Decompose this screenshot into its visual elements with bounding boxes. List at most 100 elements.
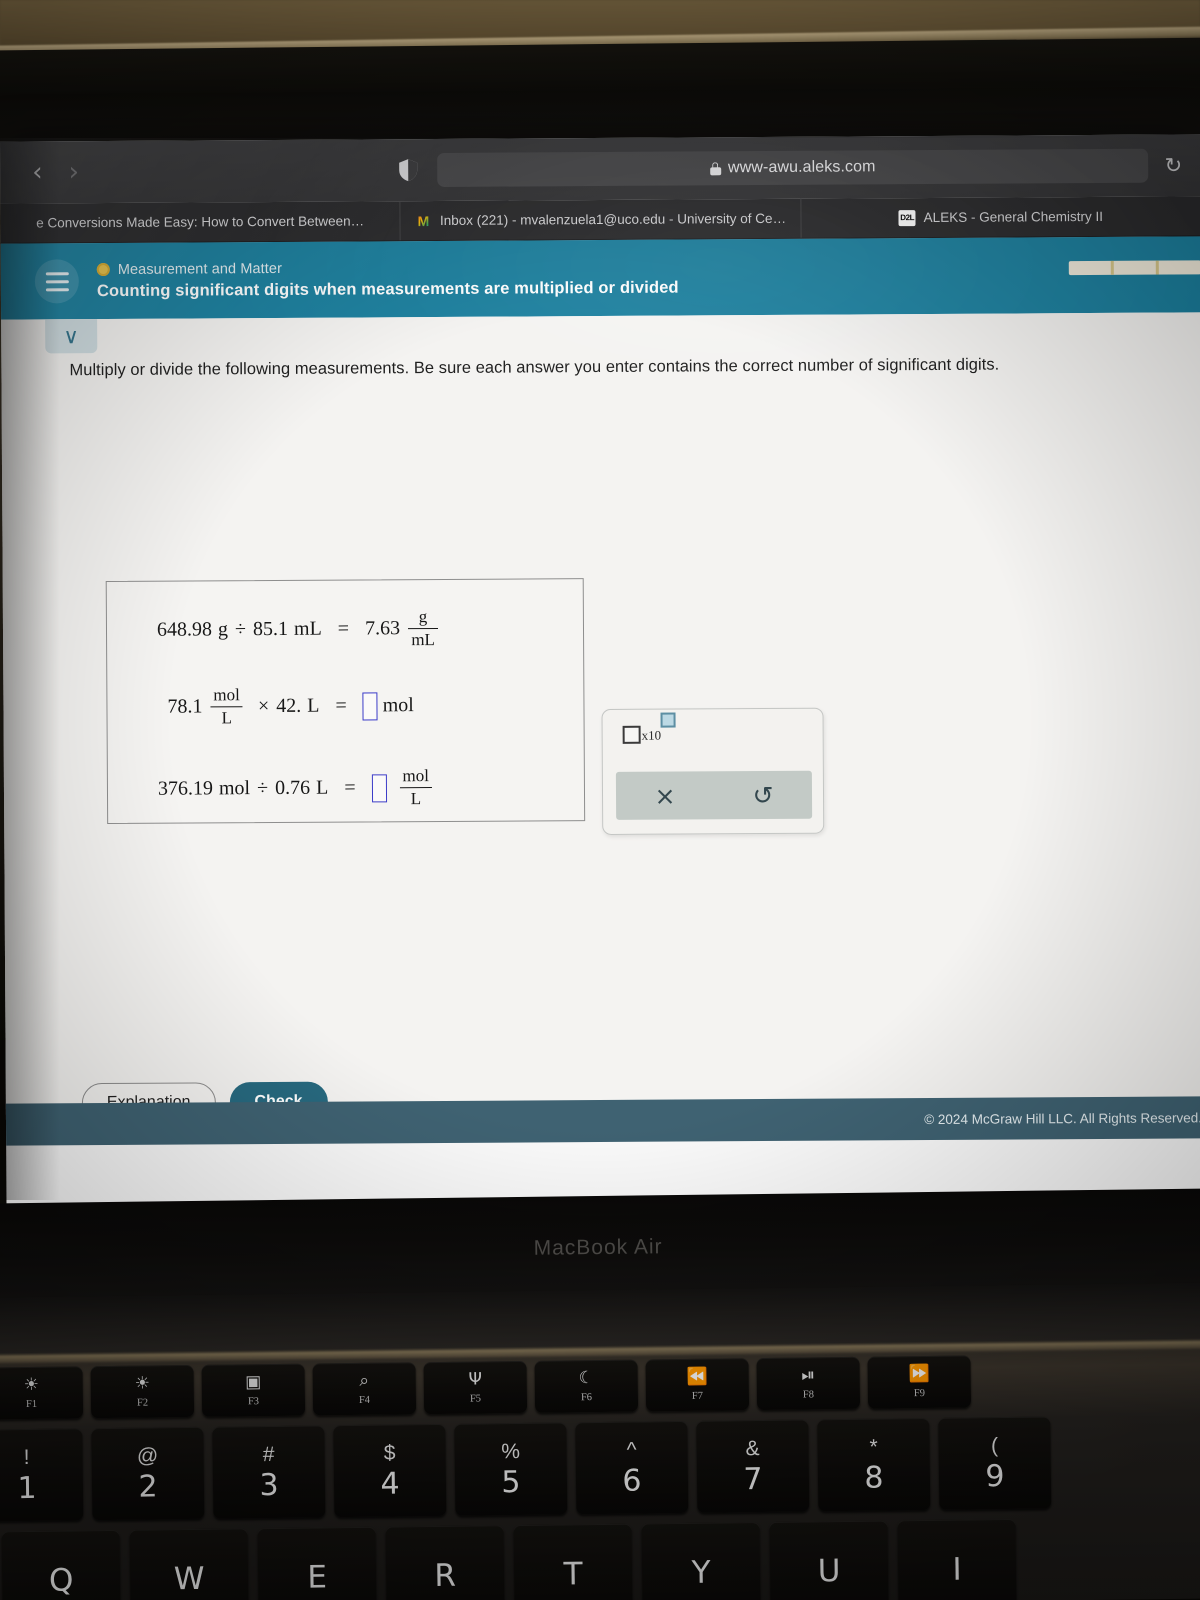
key-glyph: ☀	[134, 1372, 150, 1394]
key-f7[interactable]: ⏪ F7	[645, 1358, 750, 1412]
forward-button[interactable]: ›	[69, 157, 80, 187]
number-key-row: ! 1 @2 #3 $4% 5 ^ 6 & 7 * 8(9	[0, 1416, 1052, 1522]
key-y[interactable]: Y	[641, 1522, 761, 1600]
p2-answer-input[interactable]	[362, 691, 378, 721]
key-base-label: T	[563, 1556, 583, 1593]
key-base-label: 4	[380, 1465, 400, 1502]
key-6[interactable]: ^ 6	[575, 1420, 689, 1515]
back-button[interactable]: ‹	[32, 157, 43, 187]
key-glyph: ☾	[578, 1367, 594, 1388]
copyright-text: © 2024 McGraw Hill LLC. All Rights Reser…	[924, 1109, 1200, 1127]
p3-right-unit: L	[316, 776, 329, 799]
collapse-panel-button[interactable]: ∨	[45, 319, 98, 354]
p3-right-value: 0.76	[275, 776, 311, 800]
key-base-label: R	[434, 1557, 457, 1595]
p3-unit-denominator: L	[410, 789, 422, 809]
p2-left-unit: mol L	[210, 685, 243, 728]
key-1[interactable]: ! 1	[0, 1428, 84, 1522]
key-glyph: ⌕	[359, 1370, 370, 1391]
key-e[interactable]: E	[257, 1526, 377, 1600]
key-f1[interactable]: ☀ F1	[0, 1366, 84, 1420]
p3-answer-input[interactable]	[371, 773, 387, 803]
p2-unit-denominator: L	[221, 708, 233, 728]
key-base-label: 5	[501, 1464, 521, 1500]
macbook-model-label: MacBook Air	[533, 1235, 663, 1260]
photo-scene: ‹ › www-awu.aleks.com ↻ e Conversions Ma…	[0, 0, 1200, 1600]
key-8[interactable]: * 8	[817, 1417, 931, 1512]
p3-left-value: 376.19	[157, 777, 214, 800]
p2-equals: =	[335, 694, 347, 717]
problem-list: 648.98 g ÷ 85.1 mL = 7.63 g mL 78.1 mol …	[105, 578, 586, 825]
key-i[interactable]: I	[897, 1518, 1017, 1600]
tab-gmail-inbox[interactable]: M Inbox (221) - mvalenzuela1@uco.edu - U…	[400, 198, 802, 241]
p3-left-unit: mol	[218, 777, 251, 800]
key-f4[interactable]: ⌕ F4	[312, 1362, 417, 1416]
key-t[interactable]: T	[513, 1523, 633, 1600]
hamburger-icon[interactable]	[34, 259, 79, 304]
key-base-label: 2	[138, 1468, 158, 1505]
problem-1-row: 648.98 g ÷ 85.1 mL = 7.63 g mL	[157, 607, 446, 651]
key-shift-label: *	[869, 1435, 878, 1459]
key-base-label: Y	[691, 1554, 711, 1591]
clear-icon[interactable]: ×	[616, 781, 714, 811]
key-f2[interactable]: ☀ F2	[90, 1364, 195, 1419]
key-w[interactable]: W	[129, 1528, 249, 1600]
p1-answer-value[interactable]: 7.63	[365, 617, 400, 640]
key-f8[interactable]: ⏯ F8	[756, 1356, 861, 1411]
reload-icon[interactable]: ↻	[1164, 153, 1182, 177]
key-name: F4	[358, 1394, 371, 1406]
d2l-favicon-icon: D2L	[898, 209, 916, 226]
p3-operator: ÷	[257, 777, 269, 800]
key-shift-label: #	[262, 1442, 275, 1466]
lock-icon	[710, 161, 722, 175]
key-9[interactable]: (9	[938, 1416, 1052, 1510]
p1-left-unit: g	[217, 618, 229, 641]
key-base-label: W	[173, 1560, 205, 1598]
instruction-text: Multiply or divide the following measure…	[69, 355, 1000, 380]
p3-unit-numerator: mol	[402, 766, 430, 786]
key-name: F6	[580, 1391, 593, 1403]
tab-aleks[interactable]: D2L ALEKS - General Chemistry II	[801, 196, 1200, 237]
key-f9[interactable]: ⏩ F9	[867, 1355, 972, 1409]
key-f6[interactable]: ☾ F6	[534, 1359, 639, 1413]
mantissa-box-icon	[622, 725, 641, 744]
key-name: F2	[136, 1397, 149, 1409]
key-base-label: 1	[17, 1470, 37, 1506]
topic-row: Measurement and Matter	[96, 258, 679, 278]
address-bar[interactable]: www-awu.aleks.com	[436, 148, 1149, 187]
key-base-label: 7	[743, 1461, 763, 1497]
url-text: www-awu.aleks.com	[727, 158, 876, 177]
key-5[interactable]: % 5	[454, 1422, 568, 1516]
tab-conversions[interactable]: e Conversions Made Easy: How to Convert …	[0, 201, 401, 243]
p2-right-value: 42.	[276, 694, 302, 718]
key-u[interactable]: U	[769, 1520, 889, 1600]
key-shift-label: !	[23, 1445, 30, 1469]
safari-window: ‹ › www-awu.aleks.com ↻ e Conversions Ma…	[0, 134, 1200, 1204]
tab-label: Inbox (221) - mvalenzuela1@uco.edu - Uni…	[439, 210, 787, 228]
key-base-label: 6	[622, 1463, 642, 1499]
scientific-notation-button[interactable]: x10	[622, 712, 677, 744]
key-7[interactable]: & 7	[696, 1419, 810, 1513]
shield-icon[interactable]	[397, 158, 419, 182]
key-name: F9	[913, 1387, 926, 1399]
key-r[interactable]: R	[385, 1525, 505, 1600]
key-q[interactable]: Q	[1, 1529, 121, 1600]
aleks-header: Measurement and Matter Counting signific…	[0, 236, 1200, 320]
key-f5[interactable]: Ψ F5	[423, 1360, 528, 1415]
key-4[interactable]: $4	[333, 1423, 447, 1518]
key-glyph: ⏪	[686, 1366, 708, 1387]
key-glyph: ⏯	[801, 1364, 816, 1386]
key-3[interactable]: #3	[212, 1425, 326, 1519]
screen-bottom-bezel: MacBook Air	[0, 1188, 1200, 1298]
key-f3[interactable]: ▣ F3	[201, 1363, 306, 1417]
key-shift-label: ^	[626, 1438, 637, 1462]
key-name: F7	[691, 1390, 704, 1402]
progress-indicator	[1068, 260, 1200, 276]
key-shift-label: &	[745, 1436, 760, 1460]
nav-buttons: ‹ ›	[32, 157, 80, 187]
key-glyph: Ψ	[468, 1368, 483, 1390]
exercise-content: ∨ Multiply or divide the following measu…	[1, 312, 1200, 1146]
undo-icon[interactable]: ↺	[714, 780, 812, 810]
p2-left-value: 78.1	[167, 695, 203, 718]
key-2[interactable]: @2	[91, 1426, 205, 1521]
